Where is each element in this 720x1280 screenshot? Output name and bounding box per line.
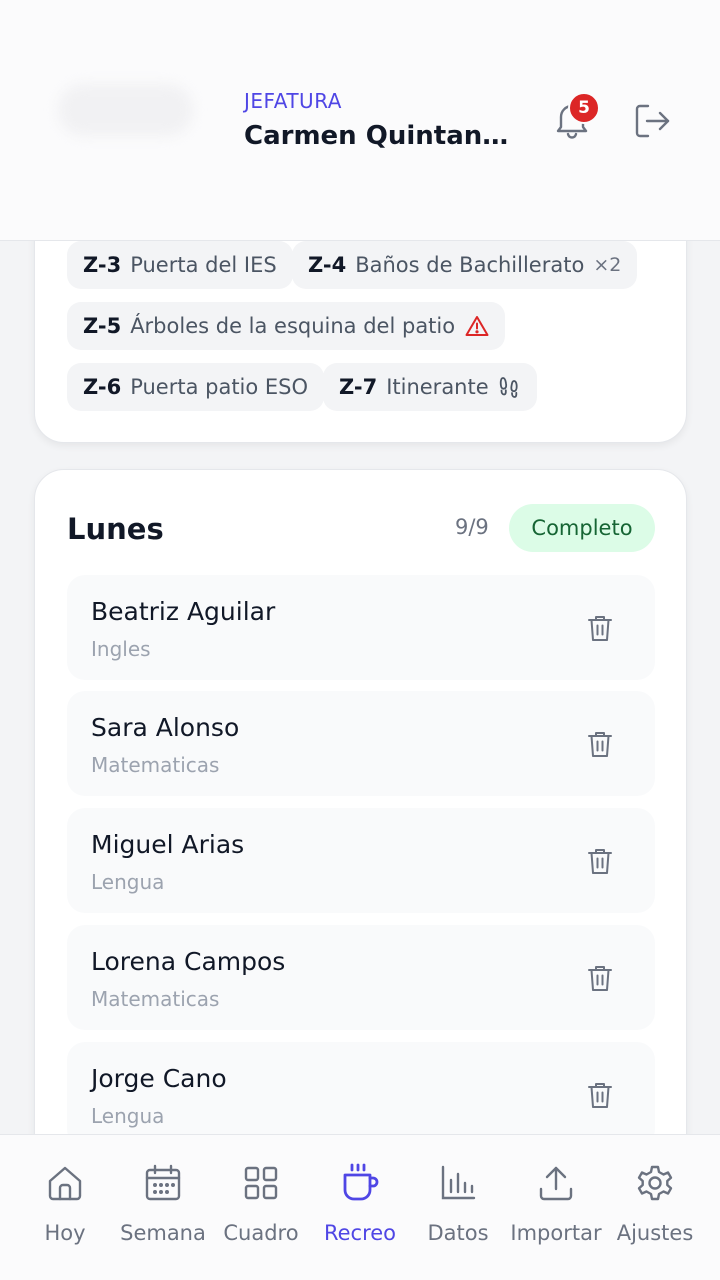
teacher-subject: Lengua (91, 1104, 165, 1128)
teacher-row: Lorena Campos Matematicas (67, 925, 655, 1030)
nav-label: Importar (510, 1221, 602, 1245)
warning-icon (465, 315, 489, 337)
teacher-row: Beatriz Aguilar Ingles (67, 575, 655, 680)
zone-code: Z-7 (339, 375, 378, 399)
zone-name: Itinerante (386, 375, 489, 399)
logo (58, 84, 193, 136)
zone-code: Z-6 (83, 375, 122, 399)
zone-chip[interactable]: Z-7 Itinerante (323, 363, 537, 411)
trash-icon (588, 732, 612, 757)
teacher-name: Jorge Cano (91, 1064, 227, 1093)
delete-button[interactable] (583, 961, 617, 995)
zone-name: Baños de Bachillerato (355, 253, 585, 277)
status-badge: Completo (509, 504, 655, 552)
teacher-name: Beatriz Aguilar (91, 597, 276, 626)
delete-button[interactable] (583, 727, 617, 761)
teacher-name: Sara Alonso (91, 713, 240, 742)
nav-label: Ajustes (616, 1221, 694, 1245)
screen: Z-3 Puerta del IES Z-4 Baños de Bachille… (0, 0, 720, 1280)
delete-button[interactable] (583, 1078, 617, 1112)
trash-icon (588, 1083, 612, 1108)
trash-icon (588, 616, 612, 641)
teacher-subject: Matematicas (91, 753, 220, 777)
bar-chart-icon (438, 1163, 478, 1203)
nav-item-cuadro[interactable]: Cuadro (211, 1163, 311, 1263)
zone-name: Árboles de la esquina del patio (130, 314, 456, 338)
notification-badge: 5 (568, 92, 600, 124)
home-icon (45, 1163, 85, 1203)
day-title: Lunes (67, 512, 164, 546)
teacher-row: Miguel Arias Lengua (67, 808, 655, 913)
day-coverage-count: 9/9 (455, 515, 489, 539)
day-card-monday: Lunes 9/9 Completo Beatriz Aguilar Ingle… (34, 469, 687, 1249)
teacher-row: Sara Alonso Matematicas (67, 691, 655, 796)
user-role: JEFATURA (244, 89, 342, 113)
teacher-row: Jorge Cano Lengua (67, 1042, 655, 1147)
nav-label: Hoy (44, 1221, 86, 1245)
upload-icon (536, 1163, 576, 1203)
logout-icon (635, 104, 670, 138)
teacher-subject: Lengua (91, 870, 165, 894)
coffee-icon (340, 1163, 380, 1203)
zone-code: Z-5 (83, 314, 122, 338)
nav-label: Cuadro (223, 1221, 299, 1245)
nav-item-hoy[interactable]: Hoy (15, 1163, 115, 1263)
zone-chip[interactable]: Z-6 Puerta patio ESO (67, 363, 325, 411)
trash-icon (588, 966, 612, 991)
teacher-subject: Matematicas (91, 987, 220, 1011)
app-header: JEFATURA Carmen Quintana ... 5 (0, 0, 720, 241)
teacher-name: Lorena Campos (91, 947, 286, 976)
zone-chip[interactable]: Z-5 Árboles de la esquina del patio (67, 302, 506, 350)
nav-item-datos[interactable]: Datos (408, 1163, 508, 1263)
nav-label: Datos (427, 1221, 489, 1245)
nav-label: Recreo (323, 1221, 397, 1245)
trash-icon (588, 849, 612, 874)
footprints-icon (499, 375, 521, 399)
user-name: Carmen Quintana ... (244, 121, 519, 151)
nav-label: Semana (120, 1221, 206, 1245)
zone-code: Z-3 (83, 253, 122, 277)
grid-icon (241, 1163, 281, 1203)
gear-icon (635, 1163, 675, 1203)
bottom-nav: Hoy Semana Cuadro Recreo Datos Importar … (0, 1134, 720, 1280)
delete-button[interactable] (583, 844, 617, 878)
nav-item-importar[interactable]: Importar (506, 1163, 606, 1263)
zone-name: Puerta patio ESO (130, 375, 309, 399)
nav-item-recreo[interactable]: Recreo (310, 1163, 410, 1263)
nav-item-ajustes[interactable]: Ajustes (605, 1163, 705, 1263)
zone-name: Puerta del IES (130, 253, 277, 277)
zone-chip[interactable]: Z-4 Baños de Bachillerato ×2 (292, 241, 638, 289)
delete-button[interactable] (583, 611, 617, 645)
zone-multiplier: ×2 (593, 254, 622, 276)
calendar-icon (143, 1163, 183, 1203)
teacher-name: Miguel Arias (91, 830, 245, 859)
zone-chip[interactable]: Z-3 Puerta del IES (67, 241, 293, 289)
logout-button[interactable] (630, 99, 674, 143)
zone-code: Z-4 (308, 253, 347, 277)
nav-item-semana[interactable]: Semana (113, 1163, 213, 1263)
teacher-subject: Ingles (91, 637, 151, 661)
